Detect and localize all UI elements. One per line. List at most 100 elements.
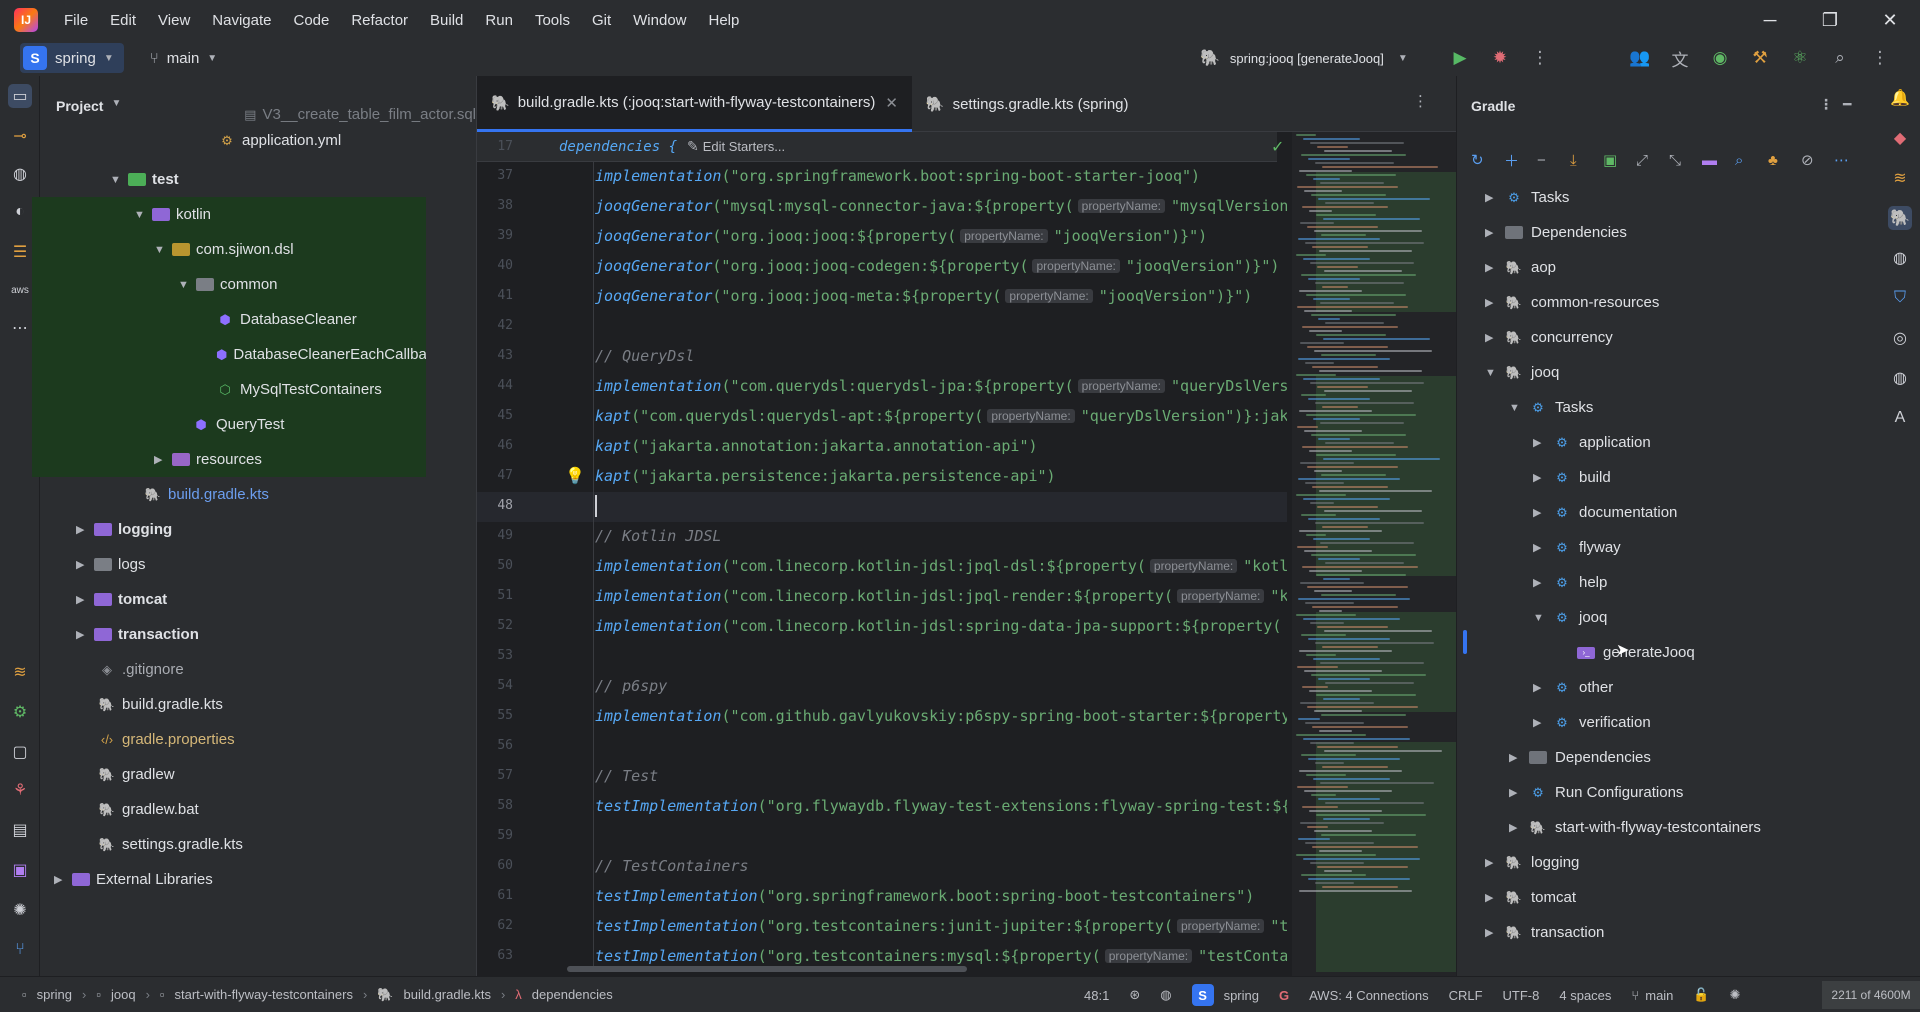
menu-file[interactable]: File bbox=[64, 12, 88, 29]
chevron-right-icon[interactable]: ▶ bbox=[1485, 226, 1499, 239]
code-line[interactable]: // QueryDsl bbox=[595, 341, 694, 371]
search-icon[interactable]: ⌕ bbox=[1820, 48, 1860, 68]
chevron-right-icon[interactable]: ▶ bbox=[1533, 541, 1547, 554]
reload-icon[interactable]: ↻ bbox=[1471, 151, 1504, 169]
chevron-right-icon[interactable]: ▶ bbox=[1509, 751, 1523, 764]
debug-icon[interactable]: ✹ bbox=[1480, 48, 1520, 68]
breadcrumb-item[interactable]: jooq bbox=[111, 987, 136, 1002]
file-encoding[interactable]: UTF-8 bbox=[1503, 988, 1540, 1003]
tree-item[interactable]: ⬢ DatabaseCleaner bbox=[32, 302, 426, 337]
more-tools-icon[interactable]: ⋯ bbox=[8, 316, 32, 340]
sticky-lines[interactable]: 17 dependencies { ✎ Edit Starters... bbox=[477, 132, 1277, 162]
chevron-right-icon[interactable]: ▶ bbox=[1533, 576, 1547, 589]
expand-arrow-icon[interactable]: ▼ bbox=[178, 279, 192, 291]
chevron-right-icon[interactable]: ▶ bbox=[1533, 471, 1547, 484]
show-dependencies-icon[interactable]: ♣ bbox=[1768, 152, 1801, 169]
web-icon[interactable]: ◍ bbox=[1888, 366, 1912, 390]
project-widget[interactable]: S spring ▼ bbox=[20, 43, 124, 73]
code-line[interactable]: kapt ("jakarta.annotation:jakarta.annotat… bbox=[595, 431, 1038, 461]
indent-setting[interactable]: 4 spaces bbox=[1559, 988, 1611, 1003]
gradle-tree-item[interactable]: ▶ 🐘 common-resources bbox=[1485, 285, 1659, 320]
gradle-tree-item[interactable]: ▼ 🐘 jooq bbox=[1485, 355, 1559, 390]
gradle-tree-item[interactable]: ▶ Dependencies bbox=[1485, 215, 1627, 250]
ai-assistant-icon[interactable]: ◉ bbox=[1700, 48, 1740, 68]
memory-indicator[interactable]: 2211 of 4600M bbox=[1822, 981, 1920, 1009]
tree-item[interactable]: ⬢ QueryTest bbox=[32, 407, 426, 442]
gradle-tree-item[interactable]: ▶ 🐘 aop bbox=[1485, 250, 1556, 285]
aws-connections[interactable]: AWS: 4 Connections bbox=[1309, 988, 1428, 1003]
expand-arrow-icon[interactable]: ▶ bbox=[76, 558, 90, 571]
options-icon[interactable]: ⋮ bbox=[1819, 96, 1833, 113]
tab-build-gradle[interactable]: 🐘 build.gradle.kts (:jooq:start-with-fly… bbox=[477, 76, 912, 132]
database-tool-icon[interactable]: ≋ bbox=[1888, 166, 1912, 190]
tree-item[interactable]: ⬡ MySqlTestContainers bbox=[32, 372, 426, 407]
menu-refactor[interactable]: Refactor bbox=[351, 12, 408, 29]
chevron-down-icon[interactable]: ▼ bbox=[1509, 402, 1523, 414]
expand-arrow-icon[interactable]: ▶ bbox=[154, 453, 168, 466]
services-icon[interactable]: ⚙ bbox=[8, 700, 32, 724]
intention-bulb-icon[interactable]: 💡 bbox=[565, 466, 585, 486]
gradle-tree-item[interactable]: ▼ ⚙ jooq bbox=[1533, 600, 1607, 635]
tree-item[interactable]: ‹/› gradle.properties bbox=[40, 722, 476, 757]
gradle-tree-item[interactable]: ▶ 🐘 concurrency bbox=[1485, 320, 1613, 355]
code-line[interactable]: // Kotlin JDSL bbox=[595, 521, 721, 551]
endpoints-icon[interactable]: ⛉ bbox=[1888, 286, 1912, 310]
vcs-icon[interactable]: ⑂ bbox=[8, 938, 32, 962]
git-tool-icon[interactable]: ⚘ bbox=[8, 778, 32, 802]
gradle-tree-item[interactable]: ▶ ⚙ documentation bbox=[1533, 495, 1677, 530]
code-line[interactable]: implementation ("com.github.gavlyukovskiy… bbox=[595, 701, 1287, 731]
code-line[interactable]: jooqGenerator ("org.jooq:jooq-codegen:${p… bbox=[595, 251, 1279, 281]
menu-edit[interactable]: Edit bbox=[110, 12, 136, 29]
project-tool-icon[interactable]: ▭ bbox=[8, 84, 32, 108]
caret-position[interactable]: 48:1 bbox=[1084, 988, 1109, 1003]
branch-name[interactable]: main bbox=[1645, 988, 1673, 1003]
code-line[interactable]: testImplementation ("org.testcontainers:j… bbox=[595, 911, 1287, 941]
tree-item[interactable]: 🐘 gradlew.bat bbox=[40, 792, 476, 827]
gradle-tree-item[interactable]: ▶ ⚙ flyway bbox=[1533, 530, 1621, 565]
gradle-tree-item[interactable]: ▶ ⚙ Tasks bbox=[1485, 180, 1569, 215]
build-tools-icon[interactable]: ⚒ bbox=[1740, 48, 1780, 68]
expand-arrow-icon[interactable]: ▶ bbox=[54, 873, 68, 886]
chevron-down-icon[interactable]: ▼ bbox=[1533, 612, 1547, 624]
tabs-more-icon[interactable]: ⋮ bbox=[1413, 92, 1428, 110]
breadcrumb-item[interactable]: start-with-flyway-testcontainers bbox=[175, 987, 353, 1002]
line-separator[interactable]: CRLF bbox=[1449, 988, 1483, 1003]
chevron-down-icon[interactable]: ▼ bbox=[1485, 367, 1499, 379]
download-icon[interactable]: ⤓ bbox=[1570, 152, 1603, 169]
menu-navigate[interactable]: Navigate bbox=[212, 12, 271, 29]
tree-item[interactable]: ▶ logging bbox=[40, 512, 476, 547]
debug-tool-icon[interactable]: ✺ bbox=[8, 898, 32, 922]
gradle-tree-item[interactable]: ▶ ⚙ build bbox=[1533, 460, 1611, 495]
collab-icon[interactable]: 👥 bbox=[1620, 48, 1660, 68]
intellij-logo-icon[interactable]: IJ bbox=[14, 8, 38, 32]
chevron-right-icon[interactable]: ▶ bbox=[1485, 261, 1499, 274]
collapse-all-icon[interactable]: ⤡ bbox=[1669, 152, 1702, 169]
bug-icon[interactable]: ✺ bbox=[1730, 987, 1741, 1003]
add-icon[interactable]: ＋ bbox=[1504, 150, 1537, 171]
more-actions-icon[interactable]: ⋮ bbox=[1520, 48, 1560, 68]
tree-item[interactable]: ▼ kotlin bbox=[32, 197, 426, 232]
menu-tools[interactable]: Tools bbox=[535, 12, 570, 29]
run-config-selector[interactable]: 🐘 spring:jooq [generateJooq] ▼ bbox=[1200, 40, 1408, 76]
tree-item[interactable]: ▼ com.sjiwon.dsl bbox=[32, 232, 426, 267]
aws-icon[interactable]: aws bbox=[8, 278, 32, 302]
no-problems-check-icon[interactable]: ✓ bbox=[1271, 132, 1284, 162]
close-tab-icon[interactable]: ✕ bbox=[885, 94, 898, 112]
toggle-offline-icon[interactable]: ⊘ bbox=[1801, 151, 1834, 169]
code-line[interactable]: jooqGenerator ("mysql:mysql-connector-jav… bbox=[595, 191, 1287, 221]
menu-git[interactable]: Git bbox=[592, 12, 611, 29]
expand-arrow-icon[interactable]: ▼ bbox=[134, 209, 148, 221]
chevron-right-icon[interactable]: ▶ bbox=[1485, 296, 1499, 309]
tab-settings-gradle[interactable]: 🐘 settings.gradle.kts (spring) bbox=[912, 76, 1143, 132]
tree-item[interactable]: ▶ tomcat bbox=[40, 582, 476, 617]
expand-all-icon[interactable]: ⤢ bbox=[1636, 152, 1669, 169]
tree-item[interactable]: ▼ test bbox=[0, 162, 476, 197]
gradle-tree-item[interactable]: ▶ ⚙ verification bbox=[1533, 705, 1651, 740]
breadcrumb-item[interactable]: spring bbox=[37, 987, 72, 1002]
code-line[interactable]: jooqGenerator ("org.jooq:jooq:${property(… bbox=[595, 221, 1207, 251]
github-icon[interactable]: ◐ bbox=[8, 200, 32, 224]
project-name[interactable]: spring bbox=[1224, 988, 1259, 1003]
gradle-tool-icon[interactable]: 🐘 bbox=[1888, 206, 1912, 230]
gradle-tree-item[interactable]: ▶ 🐘 logging bbox=[1485, 845, 1579, 880]
chevron-right-icon[interactable]: ▶ bbox=[1533, 436, 1547, 449]
